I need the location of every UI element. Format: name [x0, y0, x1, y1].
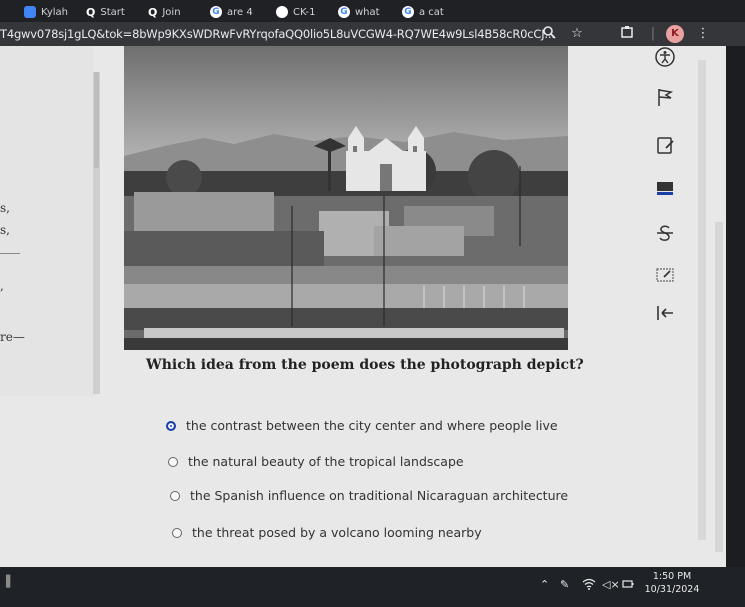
clock-time: 1:50 PM: [652, 571, 692, 582]
wifi-icon[interactable]: [582, 578, 596, 593]
tool-column: [641, 46, 697, 567]
tab-kylah[interactable]: Kylah: [24, 4, 68, 20]
passage-rule: [0, 253, 20, 254]
volume-muted-icon[interactable]: ◁×: [602, 578, 620, 591]
tray-expand-icon[interactable]: ⌃: [540, 578, 549, 591]
taskbar-clock[interactable]: 1:50 PM 10/31/2024: [636, 570, 708, 596]
answer-label: the Spanish influence on traditional Nic…: [190, 488, 569, 503]
clock-date: 10/31/2024: [644, 584, 700, 595]
tray-pen-icon[interactable]: ✎: [560, 578, 569, 591]
toolbar-separator: |: [650, 26, 656, 41]
profile-avatar[interactable]: K: [666, 25, 684, 43]
globe-icon: [276, 6, 288, 18]
radio-selected[interactable]: [166, 420, 176, 431]
city-photograph: [124, 46, 568, 350]
answer-label: the contrast between the city center and…: [186, 418, 558, 433]
tab-ck1[interactable]: CK-1: [276, 4, 315, 20]
q-icon: Q: [86, 5, 96, 19]
launcher-icon[interactable]: ▌: [6, 575, 14, 588]
poem-fragment: s,: [0, 223, 10, 237]
answer-option-4[interactable]: the threat posed by a volcano looming ne…: [172, 525, 482, 540]
browser-menu-icon[interactable]: ⋮: [694, 25, 712, 43]
battery-icon[interactable]: [622, 578, 634, 593]
google-icon: G: [210, 6, 222, 18]
google-icon: G: [402, 6, 414, 18]
assessment-page: s, s, , re— Which idea from the poem doe…: [0, 46, 712, 567]
passage-scrollbar[interactable]: [93, 72, 100, 394]
strikethrough-icon[interactable]: [647, 222, 683, 252]
window-scrollbar[interactable]: [712, 46, 726, 567]
answer-option-2[interactable]: the natural beauty of the tropical lands…: [168, 454, 464, 469]
line-reader-icon[interactable]: [647, 264, 683, 294]
flag-icon[interactable]: [647, 86, 683, 116]
answer-option-1[interactable]: the contrast between the city center and…: [166, 418, 558, 433]
tab-are4[interactable]: G are 4: [210, 4, 253, 20]
collapse-icon[interactable]: [647, 302, 683, 332]
address-bar[interactable]: T4gwv078sj1gLQ&tok=8bWp9KXsWDRwFvRYrqofa…: [0, 22, 555, 46]
poem-fragment: s,: [0, 201, 10, 215]
question-prompt: Which idea from the poem does the photog…: [146, 357, 584, 373]
passage-scrollbar-thumb[interactable]: [94, 72, 99, 168]
poem-passage-panel: s, s, , re—: [0, 46, 94, 396]
tab-what[interactable]: G what: [338, 4, 380, 20]
google-icon: G: [338, 6, 350, 18]
doc-icon: [24, 6, 36, 18]
radio-unselected[interactable]: [168, 456, 178, 467]
radio-unselected[interactable]: [172, 527, 182, 538]
accessibility-icon[interactable]: [647, 46, 683, 76]
bookmark-star-icon[interactable]: ☆: [568, 25, 586, 43]
notepad-icon[interactable]: [647, 134, 683, 164]
tab-join[interactable]: Q Join: [148, 4, 181, 20]
poem-fragment: re—: [0, 330, 25, 344]
page-scrollbar-track[interactable]: [698, 60, 706, 540]
answer-label: the natural beauty of the tropical lands…: [188, 454, 464, 469]
answer-label: the threat posed by a volcano looming ne…: [192, 525, 482, 540]
answer-option-3[interactable]: the Spanish influence on traditional Nic…: [170, 488, 568, 503]
tab-strip: Kylah Q Start Q Join G are 4 CK-1 G what…: [0, 0, 745, 22]
tab-a-cat[interactable]: G a cat: [402, 4, 444, 20]
highlighter-icon[interactable]: [647, 176, 683, 206]
search-icon[interactable]: [540, 25, 558, 43]
poem-fragment: ,: [0, 279, 4, 293]
browser-toolbar: T4gwv078sj1gLQ&tok=8bWp9KXsWDRwFvRYrqofa…: [0, 22, 745, 46]
window-scrollbar-thumb[interactable]: [715, 222, 723, 552]
tab-start[interactable]: Q Start: [86, 4, 125, 20]
q-icon: Q: [148, 5, 158, 19]
extensions-icon[interactable]: [618, 25, 636, 43]
radio-unselected[interactable]: [170, 490, 180, 501]
